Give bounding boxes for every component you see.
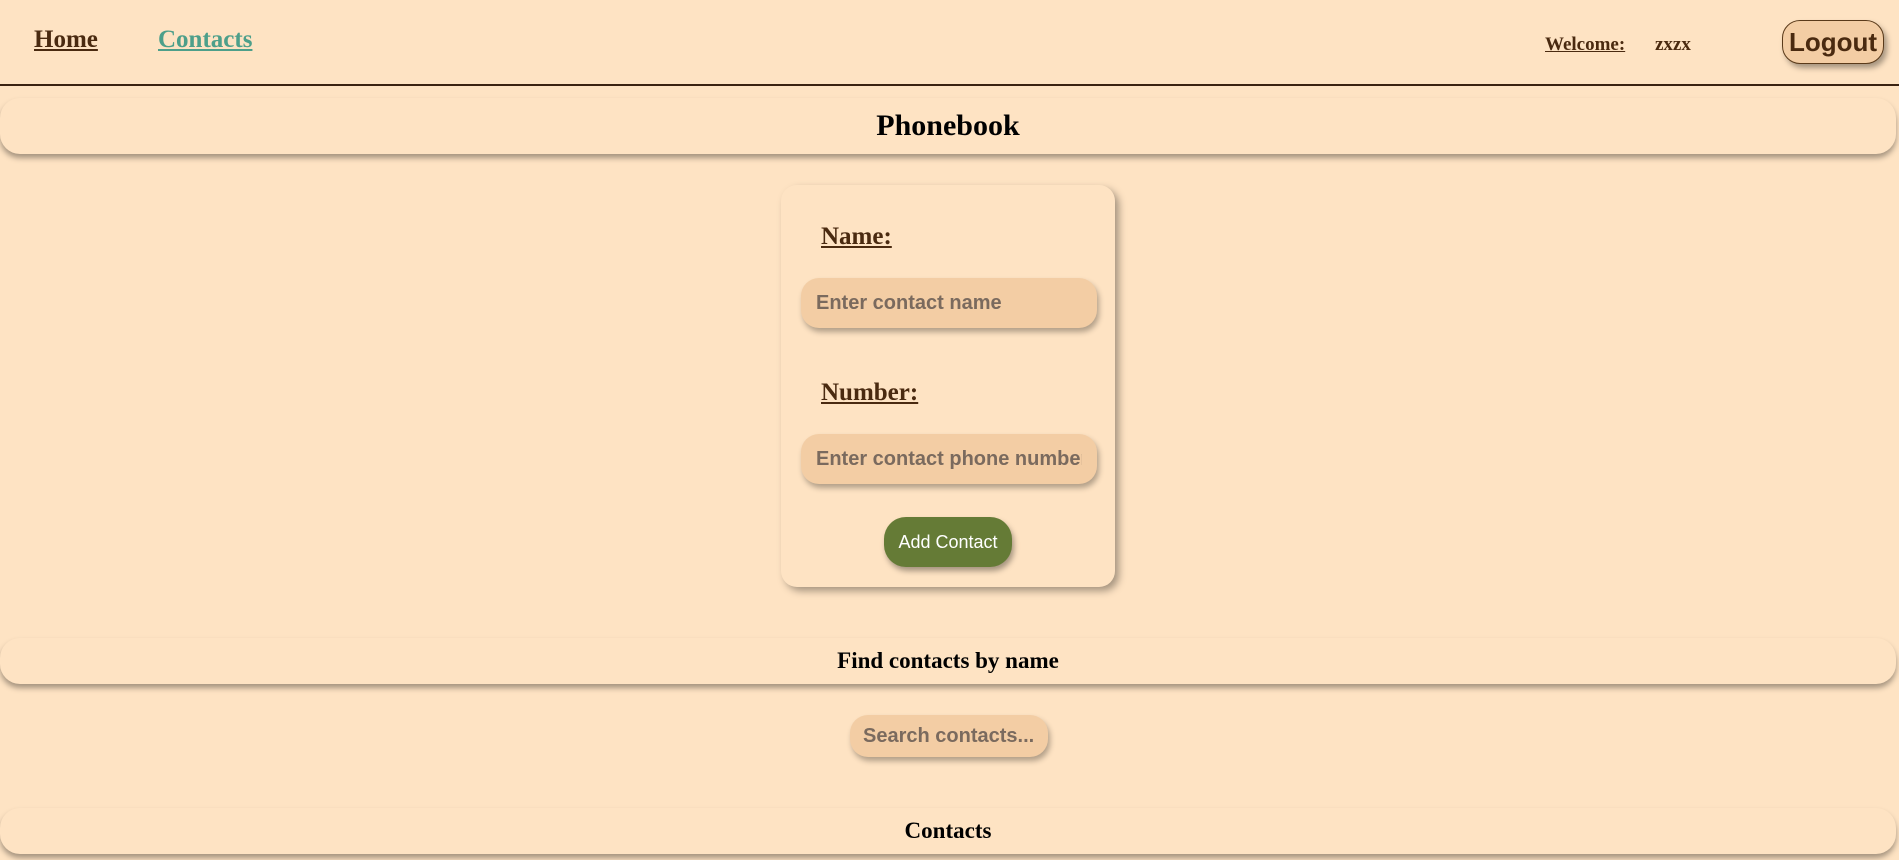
nav-link-home[interactable]: Home <box>34 26 98 54</box>
number-field-label: Number: <box>821 379 919 406</box>
add-contact-form: Name: Number: Add Contact <box>781 185 1115 587</box>
nav-link-contacts[interactable]: Contacts <box>158 26 252 54</box>
username-display: zxzx <box>1655 34 1691 55</box>
contacts-list-heading: Contacts <box>0 808 1896 854</box>
logout-button[interactable]: Logout <box>1782 20 1884 64</box>
page-title: Phonebook <box>0 98 1896 154</box>
top-navigation-bar: Home Contacts Welcome: zxzx Logout <box>0 0 1899 86</box>
name-field-label: Name: <box>821 223 892 250</box>
welcome-label: Welcome: <box>1545 34 1626 55</box>
add-contact-button[interactable]: Add Contact <box>884 517 1012 567</box>
find-contacts-heading: Find contacts by name <box>0 638 1896 684</box>
search-contacts-input[interactable] <box>850 715 1048 757</box>
contact-number-input[interactable] <box>801 434 1097 484</box>
contact-name-input[interactable] <box>801 278 1097 328</box>
